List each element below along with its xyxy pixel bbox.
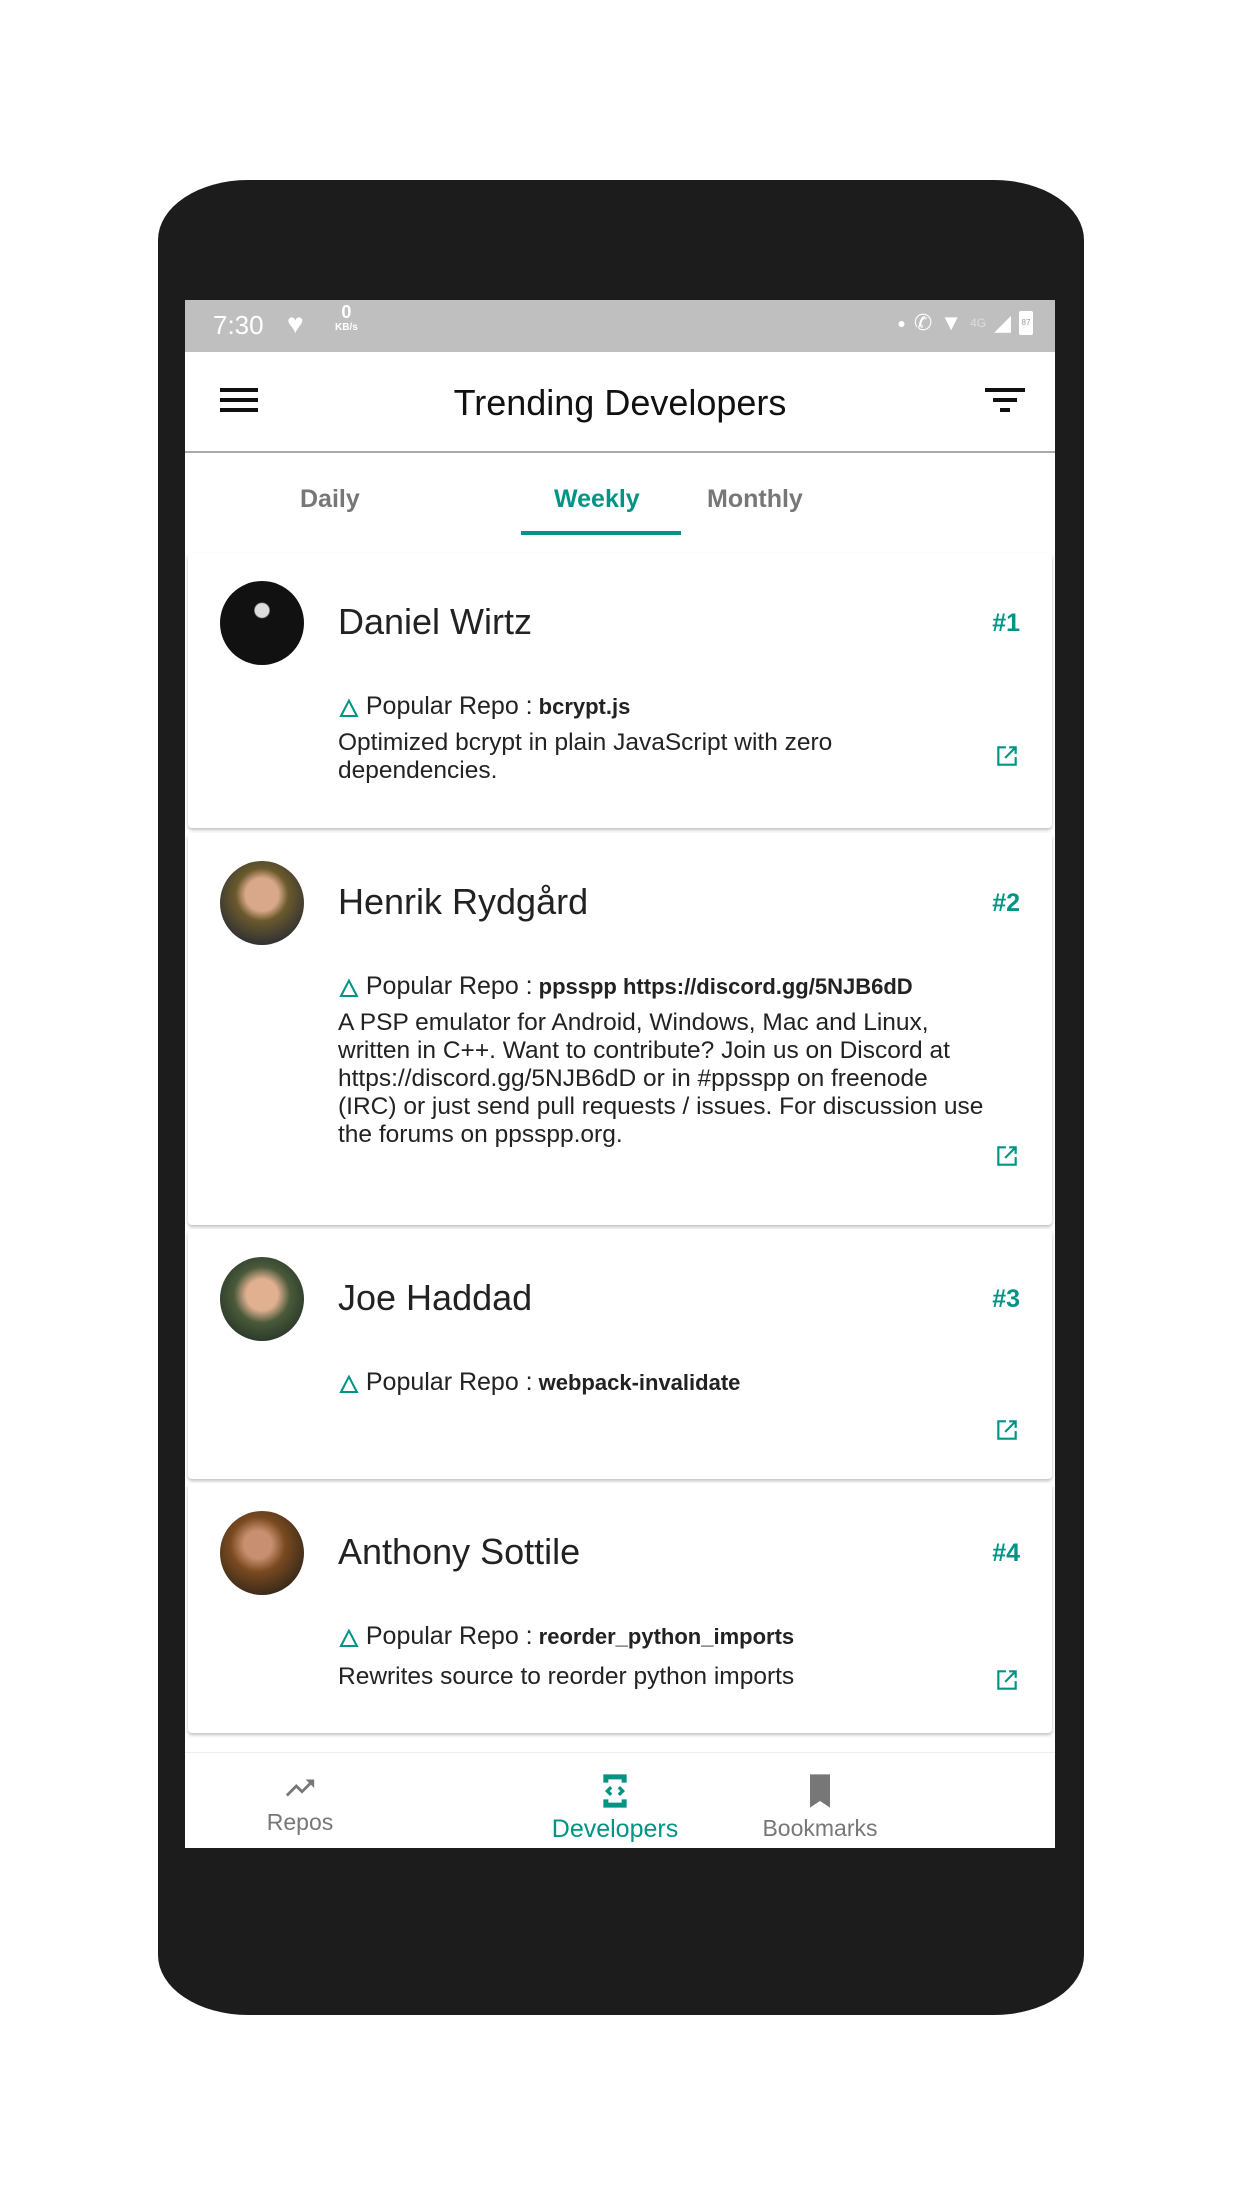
network-label: 4G <box>970 316 987 330</box>
developer-card[interactable]: Daniel Wirtz #1 🜂 Popular Repo : bcrypt.j… <box>188 553 1052 828</box>
popular-repo[interactable]: 🜂 Popular Repo : bcrypt.js <box>338 681 630 732</box>
avatar <box>220 1511 304 1595</box>
nav-repos[interactable]: Repos <box>240 1771 360 1836</box>
wifi-icon: ▼ <box>940 310 963 335</box>
call-icon: ✆ <box>913 310 933 335</box>
avatar <box>220 581 304 665</box>
open-external-icon[interactable] <box>994 1143 1020 1169</box>
developer-mode-icon <box>603 1774 627 1808</box>
fire-icon: 🜂 <box>338 1371 360 1399</box>
developer-name: Daniel Wirtz <box>338 601 533 642</box>
repo-name: reorder_python_imports <box>538 1623 795 1649</box>
repo-name: webpack-invalidate <box>538 1369 741 1395</box>
page-title: Trending Developers <box>453 382 787 423</box>
bottom-navigation: Repos Developers Bookmarks <box>185 1752 1055 1848</box>
repo-label: Popular Repo : <box>365 1368 533 1396</box>
repo-name: ppsspp https://discord.gg/5NJB6dD <box>538 973 913 999</box>
tab-daily[interactable]: Daily <box>300 485 360 514</box>
status-bar: 7:30 ♥ 0 KB/s ● ✆ ▼ 4G ◢ 87 <box>185 300 1055 352</box>
developer-card[interactable]: Joe Haddad #3 🜂 Popular Repo : webpack-in… <box>188 1229 1052 1479</box>
developer-card[interactable]: Anthony Sottile #4 🜂 Popular Repo : reord… <box>188 1483 1052 1733</box>
filter-icon[interactable] <box>985 388 1025 414</box>
tab-monthly[interactable]: Monthly <box>707 485 803 514</box>
developer-card[interactable]: Henrik Rydgård #2 🜂 Popular Repo : ppsspp… <box>188 833 1052 1225</box>
app-bar: Trending Developers <box>185 352 1055 453</box>
open-external-icon[interactable] <box>994 743 1020 769</box>
nav-label: Repos <box>266 1809 334 1835</box>
status-time: 7:30 <box>213 310 264 340</box>
trending-up-icon <box>285 1779 315 1797</box>
period-tabs: Daily Weekly Monthly <box>185 455 1055 537</box>
repo-label: Popular Repo : <box>365 692 533 720</box>
avatar <box>220 1257 304 1341</box>
nav-bookmarks[interactable]: Bookmarks <box>735 1771 905 1842</box>
battery-icon: 87 <box>1019 311 1033 335</box>
popular-repo[interactable]: 🜂 Popular Repo : ppsspp https://discord.g… <box>338 961 913 1012</box>
developer-name: Joe Haddad <box>338 1277 533 1318</box>
repo-label: Popular Repo : <box>365 972 533 1000</box>
signal-icon: ◢ <box>994 310 1011 335</box>
developer-rank: #3 <box>992 1285 1020 1313</box>
nav-label: Developers <box>551 1815 679 1843</box>
fire-icon: 🜂 <box>338 695 360 723</box>
repo-label: Popular Repo : <box>365 1622 533 1650</box>
fire-icon: 🜂 <box>338 975 360 1003</box>
popular-repo[interactable]: 🜂 Popular Repo : reorder_python_imports <box>338 1611 794 1662</box>
popular-repo[interactable]: 🜂 Popular Repo : webpack-invalidate <box>338 1357 740 1408</box>
repo-description: Optimized bcrypt in plain JavaScript wit… <box>338 729 833 784</box>
developer-rank: #2 <box>992 889 1020 917</box>
speed-unit: KB/s <box>335 322 358 333</box>
nav-label: Bookmarks <box>762 1815 878 1841</box>
dot-icon: ● <box>897 315 906 331</box>
fire-icon: 🜂 <box>338 1625 360 1653</box>
app-screen: 7:30 ♥ 0 KB/s ● ✆ ▼ 4G ◢ 87 Trending Deve… <box>185 300 1055 1848</box>
health-icon: ♥ <box>287 308 304 339</box>
active-tab-indicator <box>521 531 681 535</box>
speed-value: 0 <box>341 302 352 322</box>
tab-weekly[interactable]: Weekly <box>554 485 640 514</box>
repo-description: Rewrites source to reorder python import… <box>338 1663 795 1690</box>
repo-name: bcrypt.js <box>538 693 631 719</box>
developer-name: Henrik Rydgård <box>338 881 589 922</box>
open-external-icon[interactable] <box>994 1667 1020 1693</box>
developer-rank: #1 <box>992 609 1020 637</box>
status-icons: ● ✆ ▼ 4G ◢ 87 <box>897 310 1033 336</box>
bookmark-icon <box>810 1774 830 1808</box>
avatar <box>220 861 304 945</box>
developer-rank: #4 <box>992 1539 1020 1567</box>
developer-name: Anthony Sottile <box>338 1531 581 1572</box>
open-external-icon[interactable] <box>994 1417 1020 1443</box>
repo-description: A PSP emulator for Android, Windows, Mac… <box>338 1009 984 1148</box>
network-speed: 0 KB/s <box>335 302 358 336</box>
nav-developers[interactable]: Developers <box>540 1771 690 1844</box>
